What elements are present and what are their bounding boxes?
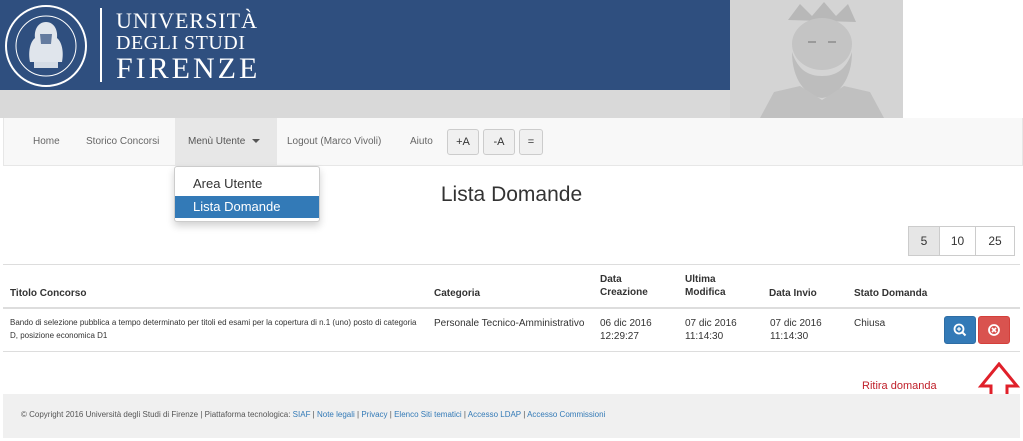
portrait-illustration bbox=[730, 0, 903, 118]
table-header-divider bbox=[3, 307, 1020, 309]
footer-copyright: © Copyright 2016 Università degli Studi … bbox=[21, 410, 605, 419]
row-data-invio-date: 07 dic 2016 bbox=[770, 318, 822, 329]
footer-link-accesso-commissioni[interactable]: Accesso Commissioni bbox=[527, 410, 605, 419]
row-data-invio-time: 11:14:30 bbox=[770, 331, 809, 342]
footer-link-privacy[interactable]: Privacy bbox=[361, 410, 387, 419]
wordmark-line-1: UNIVERSITÀ bbox=[116, 8, 258, 33]
column-header-titolo[interactable]: Titolo Concorso bbox=[10, 287, 86, 300]
page-size-10-button[interactable]: 10 bbox=[939, 226, 976, 256]
withdraw-domanda-button[interactable] bbox=[978, 316, 1010, 344]
row-titolo-concorso: Bando di selezione pubblica a tempo dete… bbox=[10, 318, 417, 340]
header-portrait-image bbox=[730, 0, 903, 118]
nav-aiuto[interactable]: Aiuto bbox=[410, 118, 433, 165]
row-ultima-modifica-time: 11:14:30 bbox=[685, 331, 724, 342]
footer-link-elenco-siti[interactable]: Elenco Siti tematici bbox=[394, 410, 462, 419]
university-wordmark[interactable]: UNIVERSITÀ DEGLI STUDI FIRENZE bbox=[116, 10, 260, 84]
row-categoria: Personale Tecnico-Amministrativo bbox=[434, 318, 585, 329]
nav-logout[interactable]: Logout (Marco Vivoli) bbox=[287, 118, 381, 165]
wordmark-line-2: DEGLI STUDI bbox=[116, 32, 246, 54]
table-row-divider bbox=[3, 351, 1020, 352]
site-footer: © Copyright 2016 Università degli Studi … bbox=[3, 394, 1020, 438]
column-header-stato[interactable]: Stato Domanda bbox=[854, 287, 927, 300]
row-ultima-modifica-date: 07 dic 2016 bbox=[685, 318, 737, 329]
nav-home[interactable]: Home bbox=[33, 118, 60, 165]
remove-circle-icon bbox=[988, 324, 1000, 336]
university-seal-logo[interactable] bbox=[4, 4, 88, 88]
ritira-domanda-annotation: Ritira domanda bbox=[862, 380, 937, 392]
page-size-25-button[interactable]: 25 bbox=[975, 226, 1015, 256]
wordmark-line-3: FIRENZE bbox=[116, 52, 261, 85]
nav-storico-concorsi[interactable]: Storico Concorsi bbox=[86, 118, 159, 165]
column-header-data-creazione[interactable]: Data Creazione bbox=[600, 273, 662, 299]
row-data-creazione-date: 06 dic 2016 bbox=[600, 318, 652, 329]
page-size-5-button[interactable]: 5 bbox=[908, 226, 940, 256]
nav-menu-utente[interactable]: Menù Utente bbox=[175, 118, 277, 165]
logo-divider bbox=[100, 8, 102, 82]
font-increase-button[interactable]: +A bbox=[447, 129, 479, 155]
table-top-border bbox=[3, 264, 1020, 265]
font-decrease-button[interactable]: -A bbox=[483, 129, 515, 155]
row-data-creazione-time: 12:29:27 bbox=[600, 331, 639, 342]
header-banner: UNIVERSITÀ DEGLI STUDI FIRENZE bbox=[0, 0, 730, 90]
font-reset-button[interactable]: = bbox=[519, 129, 543, 155]
footer-link-note-legali[interactable]: Note legali bbox=[317, 410, 355, 419]
nav-menu-utente-label: Menù Utente bbox=[188, 136, 246, 147]
footer-prefix: © Copyright 2016 Università degli Studi … bbox=[21, 410, 293, 419]
header-gray-band bbox=[0, 90, 730, 118]
caret-down-icon bbox=[252, 139, 261, 144]
footer-link-accesso-ldap[interactable]: Accesso LDAP bbox=[468, 410, 521, 419]
footer-link-siaf[interactable]: SIAF bbox=[293, 410, 311, 419]
column-header-categoria[interactable]: Categoria bbox=[434, 287, 480, 300]
column-header-ultima-modifica[interactable]: Ultima Modifica bbox=[685, 273, 735, 299]
site-header: UNIVERSITÀ DEGLI STUDI FIRENZE bbox=[0, 0, 1023, 118]
column-header-data-invio[interactable]: Data Invio bbox=[769, 287, 817, 300]
main-navbar: Home Storico Concorsi Menù Utente Logout… bbox=[3, 118, 1023, 166]
view-domanda-button[interactable] bbox=[944, 316, 976, 344]
page-title: Lista Domande bbox=[440, 183, 583, 206]
row-stato-domanda: Chiusa bbox=[854, 318, 886, 329]
zoom-in-icon bbox=[953, 323, 967, 337]
